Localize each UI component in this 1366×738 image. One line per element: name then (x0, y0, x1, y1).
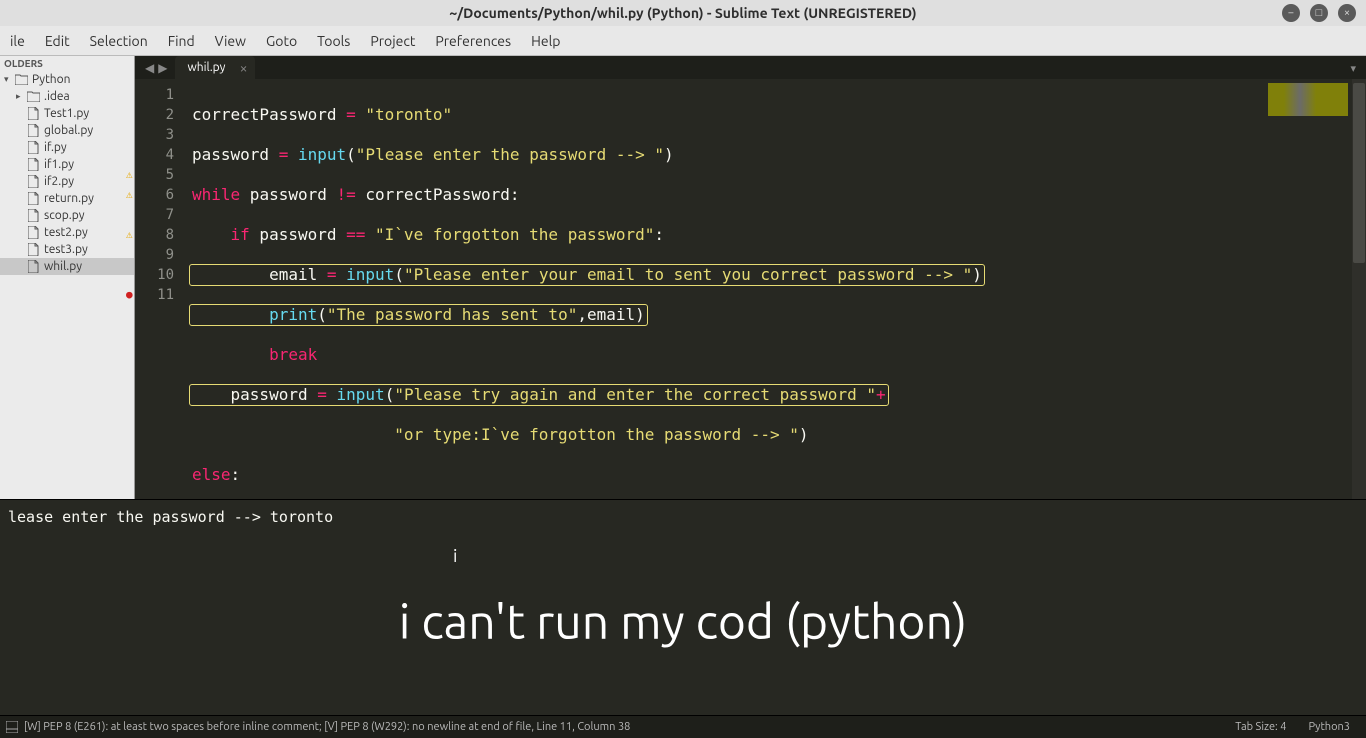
sidebar-file-if2-py[interactable]: if2.py (0, 173, 134, 190)
tabs-overflow-icon[interactable]: ▾ (1340, 58, 1366, 79)
file-icon (26, 176, 40, 188)
file-icon (26, 142, 40, 154)
file-icon (26, 125, 40, 137)
sidebar-file-Test1-py[interactable]: Test1.py (0, 105, 134, 122)
menu-find[interactable]: Find (158, 29, 205, 53)
menu-selection[interactable]: Selection (80, 29, 158, 53)
menu-help[interactable]: Help (521, 29, 570, 53)
menu-file[interactable]: ile (0, 29, 35, 53)
status-lint-message: [W] PEP 8 (E261): at least two spaces be… (24, 721, 630, 733)
sidebar-folder-idea[interactable]: ▸ .idea (0, 88, 134, 105)
menu-tools[interactable]: Tools (307, 29, 360, 53)
gutter-line-9: 9 (135, 245, 174, 265)
file-label: return.py (44, 192, 94, 205)
file-icon (26, 244, 40, 256)
window-controls: − □ × (1282, 4, 1356, 22)
status-panel-icon[interactable] (6, 721, 18, 733)
menu-project[interactable]: Project (360, 29, 425, 53)
window-title: ~/Documents/Python/whil.py (Python) - Su… (449, 5, 916, 21)
file-label: if.py (44, 141, 67, 154)
sidebar-file-global-py[interactable]: global.py (0, 122, 134, 139)
nav-back-icon[interactable]: ◀ (145, 61, 154, 75)
overlay-annotation: i can't run my cod (python) (399, 594, 968, 648)
menu-goto[interactable]: Goto (256, 29, 307, 53)
menu-preferences[interactable]: Preferences (425, 29, 521, 53)
file-label: test3.py (44, 243, 88, 256)
gutter-line-1: 1 (135, 85, 174, 105)
sidebar-file-scop-py[interactable]: scop.py (0, 207, 134, 224)
sidebar-file-if1-py[interactable]: if1.py (0, 156, 134, 173)
file-icon (26, 108, 40, 120)
tab-label: whil.py (187, 61, 225, 74)
code-area[interactable]: 1234567891011 correctPassword = "toronto… (135, 79, 1366, 565)
sidebar-file-return-py[interactable]: return.py (0, 190, 134, 207)
file-icon (26, 261, 40, 273)
file-label: test2.py (44, 226, 88, 239)
minimize-button[interactable]: − (1282, 4, 1300, 22)
close-button[interactable]: × (1338, 4, 1356, 22)
gutter-line-8: 8 (135, 225, 174, 245)
gutter-line-2: 2 (135, 105, 174, 125)
folder-label: .idea (44, 90, 70, 103)
maximize-button[interactable]: □ (1310, 4, 1328, 22)
sidebar-file-test2-py[interactable]: test2.py (0, 224, 134, 241)
tab-bar: ◀ ▶ whil.py × ▾ (135, 56, 1366, 79)
overlay-caret: i (453, 546, 457, 566)
status-bar: [W] PEP 8 (E261): at least two spaces be… (0, 715, 1366, 738)
editor-panel: ◀ ▶ whil.py × ▾ 1234567891011 correctPas… (135, 56, 1366, 499)
file-icon (26, 227, 40, 239)
scrollbar-thumb[interactable] (1353, 83, 1365, 263)
file-icon (26, 193, 40, 205)
menu-edit[interactable]: Edit (35, 29, 80, 53)
folder-icon (26, 91, 40, 103)
folder-label: Python (32, 73, 71, 86)
nav-fwd-icon[interactable]: ▶ (158, 61, 167, 75)
menu-bar: ile Edit Selection Find View Goto Tools … (0, 26, 1366, 56)
gutter: 1234567891011 (135, 79, 180, 565)
sidebar-folder-root[interactable]: ▾ Python (0, 71, 134, 88)
tab-whil[interactable]: whil.py × (175, 56, 255, 79)
file-label: Test1.py (44, 107, 89, 120)
scrollbar[interactable] (1352, 79, 1366, 565)
sidebar: OLDERS ▾ Python ▸ .idea Test1.py global.p… (0, 56, 135, 499)
gutter-line-4: 4 (135, 145, 174, 165)
file-label: whil.py (44, 260, 82, 273)
menu-view[interactable]: View (205, 29, 256, 53)
folder-icon (14, 74, 28, 86)
sidebar-file-test3-py[interactable]: test3.py (0, 241, 134, 258)
gutter-line-7: 7 (135, 205, 174, 225)
file-label: global.py (44, 124, 93, 137)
sidebar-header: OLDERS (0, 56, 134, 71)
gutter-line-6: 6 (135, 185, 174, 205)
minimap[interactable] (1252, 79, 1352, 565)
file-icon (26, 159, 40, 171)
sidebar-file-if-py[interactable]: if.py (0, 139, 134, 156)
sidebar-file-whil-py[interactable]: whil.py (0, 258, 134, 275)
file-label: if2.py (44, 175, 74, 188)
console-panel[interactable]: lease enter the password --> toronto i i… (0, 499, 1366, 715)
gutter-line-3: 3 (135, 125, 174, 145)
code-lines[interactable]: correctPassword = "toronto" password = i… (180, 79, 1252, 565)
chevron-down-icon: ▾ (4, 74, 14, 85)
file-icon (26, 210, 40, 222)
file-label: scop.py (44, 209, 85, 222)
console-output: lease enter the password --> toronto (8, 508, 1358, 526)
title-bar: ~/Documents/Python/whil.py (Python) - Su… (0, 0, 1366, 26)
gutter-line-11: 11 (135, 285, 174, 305)
gutter-line-10: 10 (135, 265, 174, 285)
chevron-right-icon: ▸ (16, 91, 26, 102)
gutter-line-5: 5 (135, 165, 174, 185)
status-tab-size[interactable]: Tab Size: 4 (1235, 721, 1286, 733)
status-syntax[interactable]: Python3 (1308, 721, 1350, 733)
tab-close-icon[interactable]: × (240, 60, 248, 76)
file-label: if1.py (44, 158, 74, 171)
